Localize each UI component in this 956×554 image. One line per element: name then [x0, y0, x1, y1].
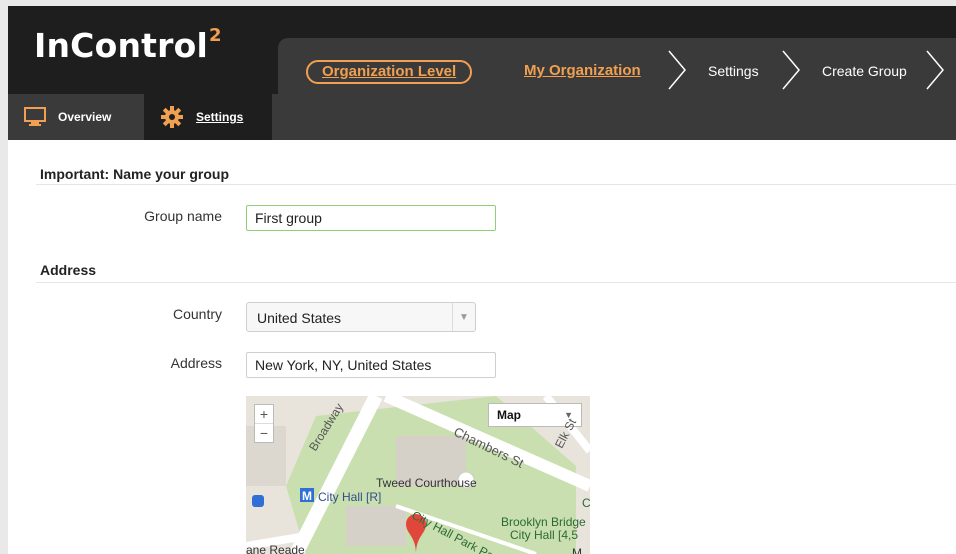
section-divider [36, 282, 956, 283]
window-left-edge [0, 0, 8, 554]
map-label-city-hall-45: City Hall [4,5 [510, 528, 579, 542]
organization-level-button[interactable]: Organization Level [306, 60, 473, 84]
chevron-right-icon [924, 48, 946, 92]
map-zoom-control: + − [254, 404, 274, 443]
map-label-brooklyn-bridge: Brooklyn Bridge [501, 515, 586, 529]
chevron-down-icon: ▼ [452, 303, 475, 331]
tab-overview[interactable]: Overview [8, 94, 136, 140]
chevron-right-icon [666, 48, 688, 92]
group-name-input[interactable] [246, 205, 496, 231]
tab-overview-label: Overview [58, 110, 112, 124]
map-view[interactable]: M + − Map ▼ Broadway Chambers St Elk St … [246, 396, 590, 554]
section-divider [36, 184, 956, 185]
chevron-right-icon [780, 48, 802, 92]
group-name-label: Group name [144, 208, 222, 224]
app-header: InControl2 Organization Level My Organiz… [8, 6, 956, 100]
map-label-lane-reade: ane Reade [246, 543, 305, 554]
country-select[interactable]: United States ▼ [246, 302, 476, 332]
gear-icon [160, 105, 184, 129]
section-title-name-group: Important: Name your group [40, 166, 230, 182]
map-label-m: M [572, 546, 582, 554]
breadcrumb-create-group[interactable]: Create Group [822, 62, 907, 80]
zoom-in-button[interactable]: + [255, 405, 273, 424]
address-input[interactable] [246, 352, 496, 378]
monitor-icon [24, 107, 46, 127]
map-label-city-hall-r: City Hall [R] [318, 490, 382, 504]
address-label: Address [170, 355, 222, 371]
page: InControl2 Organization Level My Organiz… [0, 0, 956, 554]
tab-settings[interactable]: Settings [144, 94, 272, 140]
tab-bar: Overview Settings [8, 94, 956, 140]
breadcrumb-my-organization[interactable]: My Organization [524, 62, 641, 80]
app-logo[interactable]: InControl2 [34, 25, 222, 65]
svg-text:M: M [302, 489, 312, 503]
section-title-address: Address [40, 262, 97, 278]
map-type-value: Map [497, 408, 521, 422]
breadcrumb: Organization Level My Organization Setti… [278, 38, 956, 100]
zoom-out-button[interactable]: − [255, 424, 273, 442]
map-label-tweed: Tweed Courthouse [376, 476, 477, 490]
breadcrumb-settings[interactable]: Settings [708, 62, 759, 80]
map-label-ch: Ch [582, 496, 590, 510]
country-select-value: United States [257, 310, 342, 326]
country-label: Country [172, 306, 222, 322]
tab-settings-label: Settings [196, 110, 244, 124]
